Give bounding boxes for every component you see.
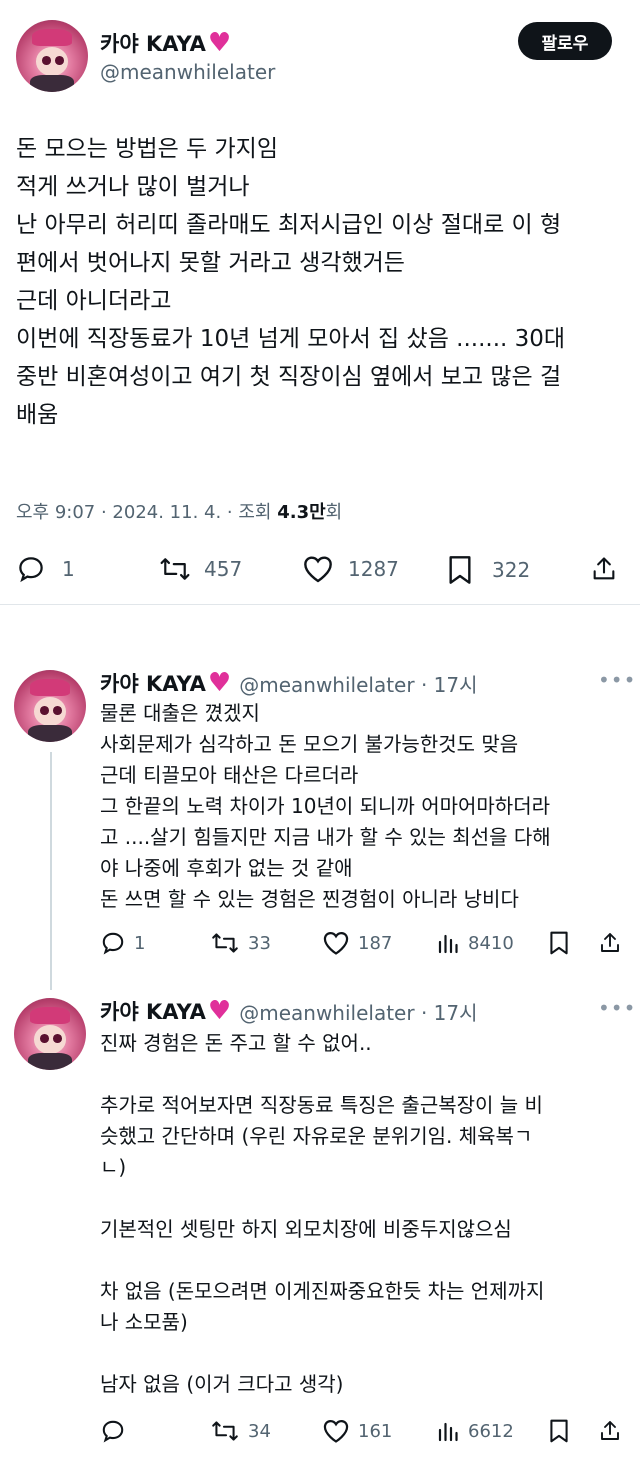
display-name[interactable]: 카야 KAYA — [100, 668, 206, 698]
retweet-icon — [212, 933, 238, 953]
reply-line: 진짜 경험은 돈 주고 할 수 없어.. — [100, 1031, 372, 1055]
heart-emoji-icon: ♥ — [207, 28, 232, 58]
heart-icon — [323, 931, 349, 955]
reply-handle-time[interactable]: @meanwhilelater · 17시 — [239, 997, 477, 1026]
views-count: 6612 — [468, 1420, 514, 1442]
reply-count: 1 — [134, 932, 146, 954]
share-icon — [601, 933, 619, 952]
heart-icon — [323, 1419, 349, 1443]
reply-line — [100, 1338, 544, 1369]
reply-button[interactable]: 1 — [16, 554, 75, 584]
like-button[interactable]: 187 — [322, 930, 392, 956]
like-button[interactable]: 1287 — [302, 554, 399, 584]
retweet-button[interactable]: 33 — [210, 930, 271, 956]
display-name[interactable]: 카야 KAYA — [100, 28, 206, 58]
reply-icon — [19, 557, 43, 583]
share-icon — [601, 1421, 619, 1440]
author-handle[interactable]: @meanwhilelater — [100, 60, 275, 84]
retweet-icon — [160, 558, 190, 580]
reply-icon — [102, 932, 124, 955]
retweet-count: 33 — [248, 932, 271, 954]
tweet-line: 편에서 벗어나지 못할 거라고 생각했거든 — [16, 250, 405, 276]
reply-handle-time[interactable]: @meanwhilelater · 17시 — [239, 669, 477, 698]
tweet-text: 돈 모으는 방법은 두 가지임 적게 쓰거나 많이 벌거나 난 아무리 허리띠 … — [16, 130, 632, 434]
reply-count: 1 — [62, 557, 75, 581]
follow-button[interactable]: 팔로우 — [518, 22, 612, 60]
timestamp[interactable]: 오후 9:07 · 2024. 11. 4. · 조회 — [16, 502, 277, 523]
more-icon[interactable]: ••• — [598, 996, 636, 1020]
bookmark-count: 322 — [492, 558, 531, 582]
bookmark-icon — [550, 1419, 568, 1443]
reply-line: 남자 없음 (이거 크다고 생각) — [100, 1372, 344, 1396]
retweet-icon — [212, 1421, 238, 1441]
retweet-count: 457 — [204, 557, 243, 581]
tweet-line: 돈 모으는 방법은 두 가지임 — [16, 136, 279, 162]
share-button[interactable] — [598, 930, 622, 956]
views-icon — [438, 934, 458, 954]
thread-connector — [50, 752, 52, 990]
tweet-line: 배움 — [16, 402, 59, 428]
reply-line — [100, 1059, 544, 1090]
heart-emoji-icon: ♥ — [207, 668, 232, 698]
section-divider — [0, 604, 640, 605]
like-count: 187 — [358, 932, 393, 954]
reply-author-row[interactable]: 카야 KAYA ♥ @meanwhilelater · 17시 — [100, 996, 478, 1026]
bookmark-icon — [550, 931, 568, 955]
bookmark-button[interactable] — [548, 930, 570, 956]
share-button[interactable] — [598, 1418, 622, 1444]
share-icon — [593, 557, 615, 580]
tweet-meta: 오후 9:07 · 2024. 11. 4. · 조회 4.3만회 — [16, 498, 342, 524]
reply-text: 물론 대출은 꼈겠지 사회문제가 심각하고 돈 모으기 불가능한것도 맞음 근데… — [100, 698, 551, 915]
bookmark-button[interactable] — [548, 1418, 570, 1444]
reply-icon — [102, 1420, 124, 1443]
tweet-line: 적게 쓰거나 많이 벌거나 — [16, 174, 250, 200]
reply-text: 진짜 경험은 돈 주고 할 수 없어.. 추가로 적어보자면 직장동료 특징은 … — [100, 1028, 544, 1400]
reply-line: 물론 대출은 꼈겠지 — [100, 701, 260, 725]
like-button[interactable]: 161 — [322, 1418, 392, 1444]
reply-line: 야 나중에 후회가 없는 것 같애 — [100, 856, 353, 880]
tweet-line: 중반 비혼여성이고 여기 첫 직장이심 옆에서 보고 많은 걸 — [16, 364, 562, 390]
reply-line: 사회문제가 심각하고 돈 모으기 불가능한것도 맞음 — [100, 732, 519, 756]
display-name[interactable]: 카야 KAYA — [100, 996, 206, 1026]
reply-line: 고 ....살기 힘들지만 지금 내가 할 수 있는 최선을 다해 — [100, 825, 551, 849]
avatar[interactable] — [16, 20, 88, 92]
heart-icon — [304, 556, 332, 583]
reply-button[interactable]: 1 — [100, 930, 145, 956]
reply-line: 근데 티끌모아 태산은 다르더라 — [100, 763, 359, 787]
reply-line: ㄴ) — [100, 1155, 127, 1179]
views-button[interactable]: 6612 — [436, 1418, 514, 1444]
reply-line: 추가로 적어보자면 직장동료 특징은 출근복장이 늘 비 — [100, 1093, 543, 1117]
retweet-button[interactable]: 34 — [210, 1418, 271, 1444]
reply-line: 차 없음 (돈모으려면 이게진짜중요한듯 차는 언제까지 — [100, 1279, 545, 1303]
reply-line — [100, 1245, 544, 1276]
views-icon — [438, 1422, 458, 1442]
more-icon[interactable]: ••• — [598, 668, 636, 692]
views-count: 8410 — [468, 932, 514, 954]
reply-line: 기본적인 셋팅만 하지 외모치장에 비중두지않으심 — [100, 1217, 512, 1241]
bookmark-icon — [449, 556, 471, 584]
tweet-line: 근데 아니더라고 — [16, 288, 172, 314]
view-suffix: 회 — [325, 502, 343, 523]
tweet-line: 이번에 직장동료가 10년 넘게 모아서 집 샀음 ....... 30대 — [16, 326, 566, 352]
reply-line — [100, 1183, 544, 1214]
reply-line: 그 한끝의 노력 차이가 10년이 되니까 어마어마하더라 — [100, 794, 550, 818]
reply-line: 슷했고 간단하며 (우린 자유로운 분위기임. 체육복ㄱ — [100, 1124, 533, 1148]
reply-line: 나 소모품) — [100, 1310, 188, 1334]
author-name-row[interactable]: 카야 KAYA ♥ — [100, 28, 231, 58]
retweet-count: 34 — [248, 1420, 271, 1442]
reply-author-row[interactable]: 카야 KAYA ♥ @meanwhilelater · 17시 — [100, 668, 478, 698]
views-button[interactable]: 8410 — [436, 930, 514, 956]
share-button[interactable] — [590, 554, 618, 584]
avatar[interactable] — [14, 670, 86, 742]
bookmark-button[interactable]: 322 — [446, 554, 530, 586]
like-count: 161 — [358, 1420, 393, 1442]
retweet-button[interactable]: 457 — [158, 554, 242, 584]
reply-line: 돈 쓰면 할 수 있는 경험은 찐경험이 아니라 낭비다 — [100, 887, 519, 911]
heart-emoji-icon: ♥ — [207, 996, 232, 1026]
view-count: 4.3만 — [277, 502, 326, 523]
avatar[interactable] — [14, 998, 86, 1070]
reply-button[interactable] — [100, 1418, 126, 1444]
tweet-line: 난 아무리 허리띠 졸라매도 최저시급인 이상 절대로 이 형 — [16, 212, 562, 238]
like-count: 1287 — [348, 557, 399, 581]
